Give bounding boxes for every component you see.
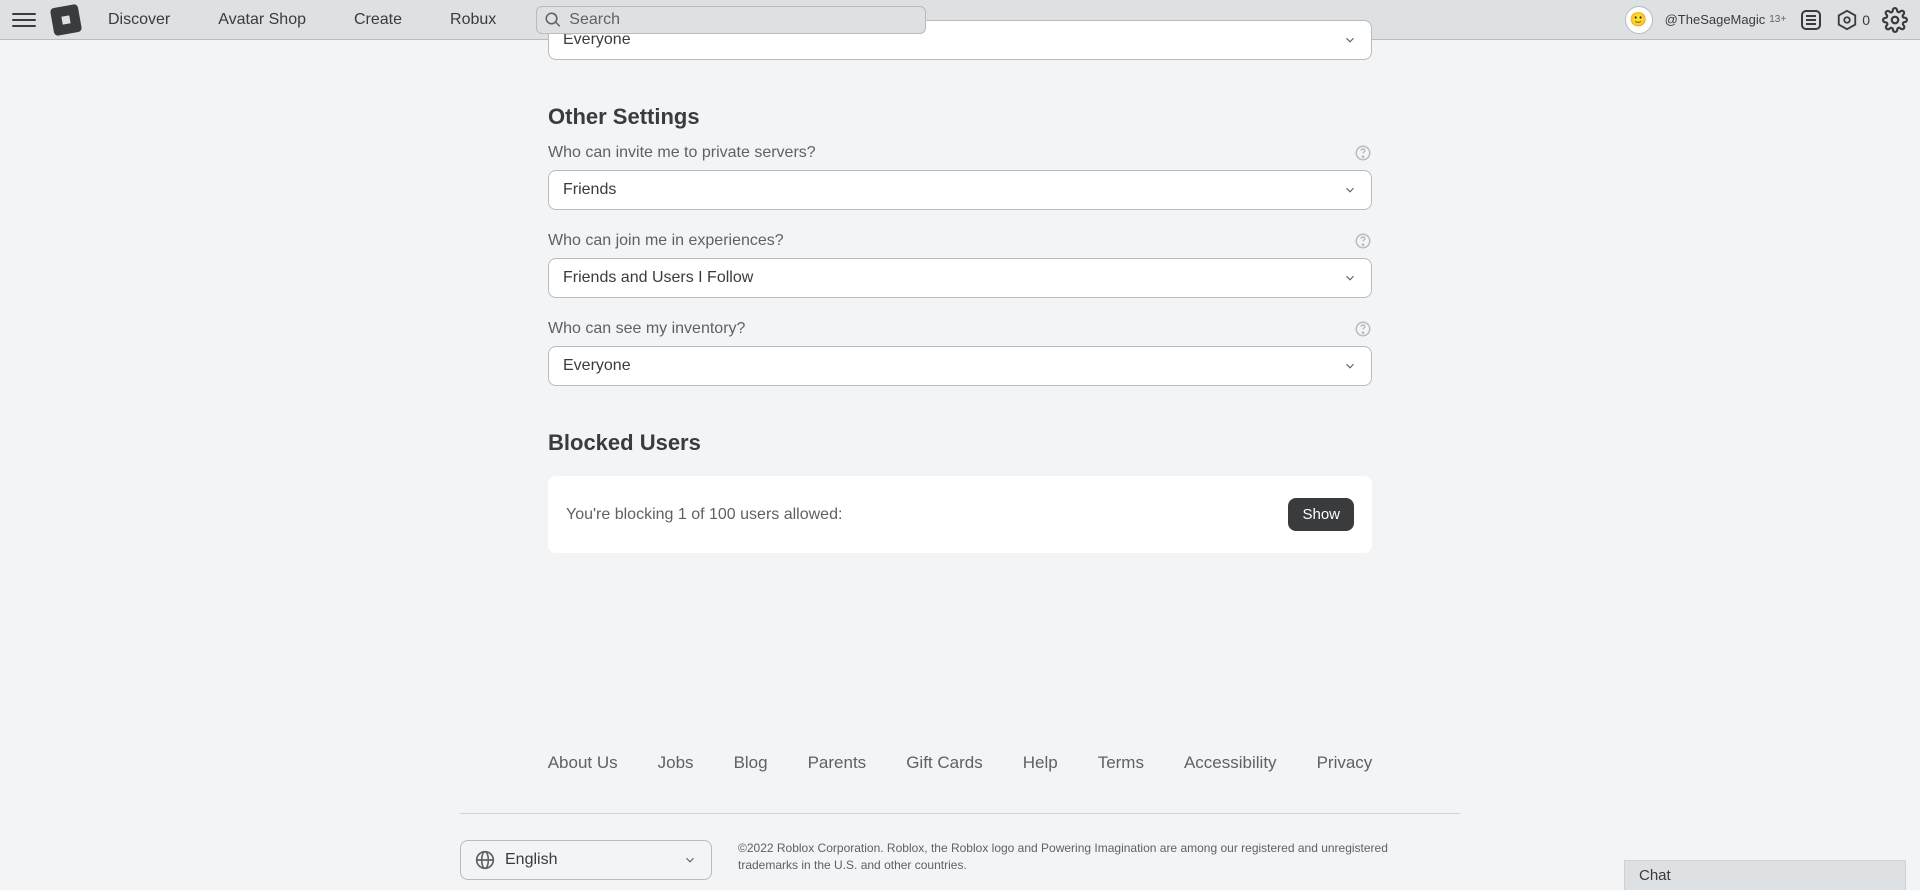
setting-label-row: Who can join me in experiences? xyxy=(548,232,1372,250)
robux-amount: 0 xyxy=(1862,12,1870,28)
help-icon[interactable] xyxy=(1354,320,1372,338)
search-icon xyxy=(544,11,562,29)
setting-label-row: Who can invite me to private servers? xyxy=(548,144,1372,162)
nav-avatar-shop[interactable]: Avatar Shop xyxy=(218,11,306,29)
footer-links: About Us Jobs Blog Parents Gift Cards He… xyxy=(0,753,1920,773)
blocked-users-card: You're blocking 1 of 100 users allowed: … xyxy=(548,476,1372,553)
chevron-down-icon xyxy=(683,853,697,867)
footer-jobs[interactable]: Jobs xyxy=(658,753,694,773)
footer-privacy[interactable]: Privacy xyxy=(1317,753,1373,773)
chevron-down-icon xyxy=(1343,271,1357,285)
language-select[interactable]: English xyxy=(460,840,712,880)
logo-icon[interactable] xyxy=(50,3,82,35)
age-label: 13+ xyxy=(1769,14,1786,25)
search-container xyxy=(536,6,926,34)
setting-label: Who can join me in experiences? xyxy=(548,232,784,250)
notifications-icon[interactable] xyxy=(1798,7,1824,33)
chat-tab[interactable]: Chat xyxy=(1624,860,1906,890)
primary-nav: Discover Avatar Shop Create Robux xyxy=(108,11,496,29)
robux-balance[interactable]: 0 xyxy=(1836,9,1870,31)
help-icon[interactable] xyxy=(1354,144,1372,162)
select-value: Everyone xyxy=(563,357,631,375)
footer-bottom: English ©2022 Roblox Corporation. Roblox… xyxy=(460,840,1460,880)
avatar[interactable]: 🙂 xyxy=(1625,6,1653,34)
blocked-users-heading: Blocked Users xyxy=(548,430,1372,456)
footer-blog[interactable]: Blog xyxy=(734,753,768,773)
help-icon[interactable] xyxy=(1354,232,1372,250)
globe-icon xyxy=(475,850,495,870)
nav-robux[interactable]: Robux xyxy=(450,11,496,29)
footer-parents[interactable]: Parents xyxy=(808,753,867,773)
select-value: Friends xyxy=(563,181,616,199)
footer-gift-cards[interactable]: Gift Cards xyxy=(906,753,983,773)
username-label[interactable]: @TheSageMagic 13+ xyxy=(1665,12,1787,27)
other-settings-heading: Other Settings xyxy=(548,104,1372,130)
select-value: Friends and Users I Follow xyxy=(563,269,753,287)
header-right: 🙂 @TheSageMagic 13+ 0 xyxy=(1625,6,1908,34)
settings-icon[interactable] xyxy=(1882,7,1908,33)
chevron-down-icon xyxy=(1343,183,1357,197)
footer-about[interactable]: About Us xyxy=(548,753,618,773)
footer-terms[interactable]: Terms xyxy=(1098,753,1144,773)
search-input[interactable] xyxy=(536,6,926,34)
language-value: English xyxy=(505,851,557,869)
chat-label: Chat xyxy=(1639,867,1671,884)
footer-accessibility[interactable]: Accessibility xyxy=(1184,753,1277,773)
show-button[interactable]: Show xyxy=(1288,498,1354,531)
chevron-down-icon xyxy=(1343,359,1357,373)
main-content: Everyone Other Settings Who can invite m… xyxy=(0,20,1920,553)
chevron-down-icon xyxy=(1343,33,1357,47)
private-servers-select[interactable]: Friends xyxy=(548,170,1372,210)
inventory-select[interactable]: Everyone xyxy=(548,346,1372,386)
nav-create[interactable]: Create xyxy=(354,11,402,29)
blocked-users-text: You're blocking 1 of 100 users allowed: xyxy=(566,506,842,524)
select-value: Everyone xyxy=(563,31,631,49)
copyright-text: ©2022 Roblox Corporation. Roblox, the Ro… xyxy=(738,840,1418,874)
setting-label: Who can see my inventory? xyxy=(548,320,745,338)
setting-label-row: Who can see my inventory? xyxy=(548,320,1372,338)
footer-help[interactable]: Help xyxy=(1023,753,1058,773)
setting-label: Who can invite me to private servers? xyxy=(548,144,816,162)
nav-discover[interactable]: Discover xyxy=(108,11,170,29)
join-experiences-select[interactable]: Friends and Users I Follow xyxy=(548,258,1372,298)
username-text: @TheSageMagic xyxy=(1665,12,1766,27)
menu-icon[interactable] xyxy=(12,8,36,32)
footer-divider xyxy=(460,813,1460,814)
